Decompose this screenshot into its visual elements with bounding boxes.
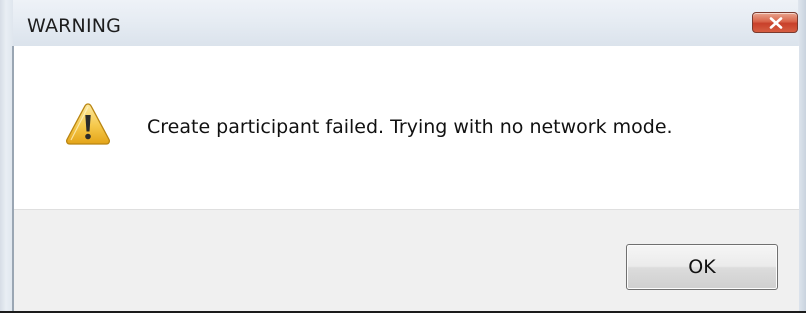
window-frame-right	[798, 0, 806, 313]
dialog-content: Create participant failed. Trying with n…	[14, 46, 799, 209]
warning-dialog-window: WARNING Create participant failed. Tryin…	[0, 0, 806, 313]
warning-triangle-icon	[66, 103, 110, 145]
ok-button[interactable]: OK	[626, 244, 778, 290]
dialog-message: Create participant failed. Trying with n…	[147, 116, 673, 138]
title-bar[interactable]: WARNING	[0, 0, 806, 46]
dialog-button-area: OK	[14, 209, 799, 313]
window-title: WARNING	[27, 15, 122, 37]
close-button[interactable]	[752, 12, 798, 33]
close-x-icon	[769, 17, 783, 29]
